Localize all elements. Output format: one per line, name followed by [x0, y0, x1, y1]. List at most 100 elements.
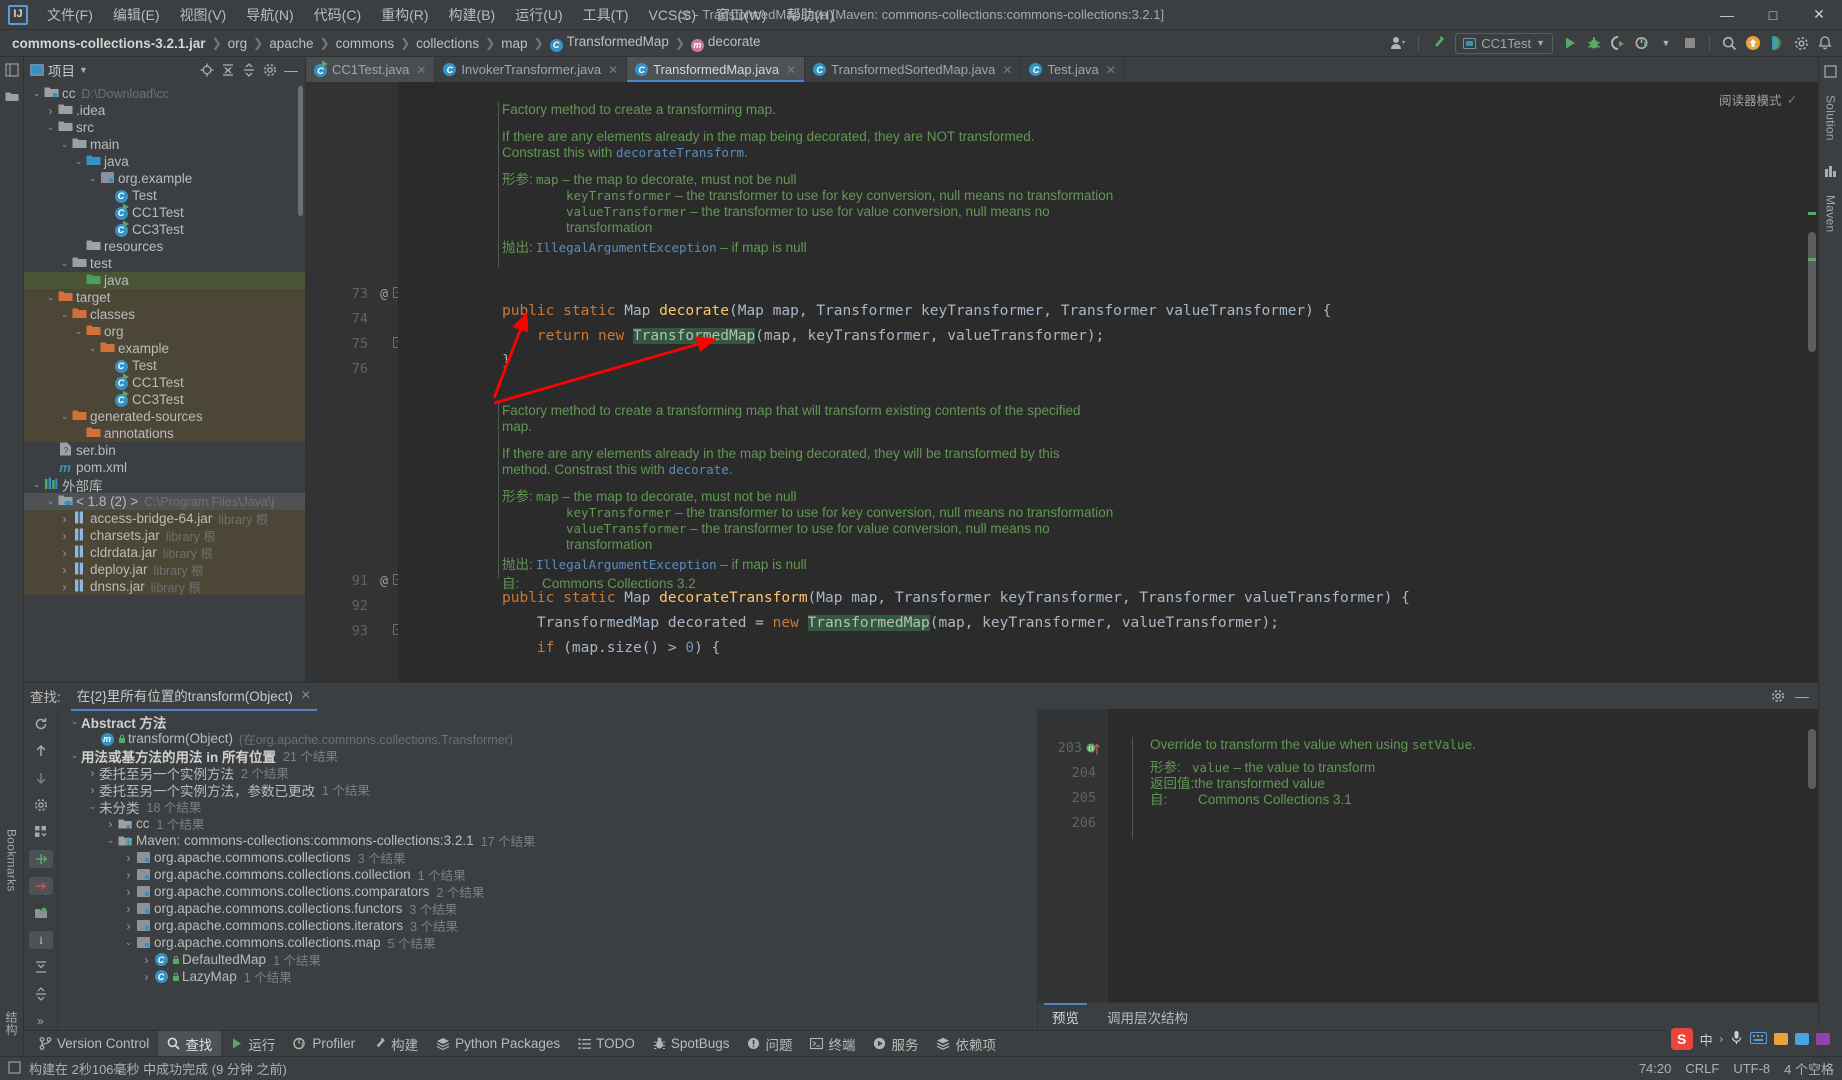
export-icon[interactable]: [29, 904, 53, 922]
hide-icon[interactable]: —: [281, 60, 301, 80]
left-strip-label-bookmarks[interactable]: Bookmarks: [5, 829, 19, 892]
menu-item-navigate[interactable]: 导航(N): [237, 1, 302, 29]
close-button[interactable]: ✕: [1796, 0, 1842, 30]
find-result-row[interactable]: › org.apache.commons.collections 3 个结果: [58, 849, 1037, 866]
tool-window-button[interactable]: TODO: [569, 1033, 644, 1054]
implementing-method-icon[interactable]: O: [1086, 742, 1102, 759]
chevron-right-icon[interactable]: ›: [44, 104, 57, 118]
code-line-73[interactable]: public static Map decorate(Map map, Tran…: [502, 299, 1331, 324]
main-toolbar[interactable]: CC1Test ▼ ▼: [1388, 32, 1842, 54]
close-icon[interactable]: ✕: [301, 688, 311, 702]
chevron-right-icon[interactable]: ›: [86, 766, 99, 780]
settings-icon[interactable]: [1790, 32, 1812, 54]
right-strip-label-maven[interactable]: Maven: [1824, 195, 1838, 233]
notifications-icon[interactable]: [1814, 32, 1836, 54]
reader-mode-indicator[interactable]: 阅读器模式 ✓: [1719, 88, 1796, 113]
chevron-down-icon[interactable]: ⌄: [122, 937, 135, 948]
mic-icon[interactable]: [1730, 1030, 1743, 1048]
chevron-down-icon[interactable]: ⌄: [58, 139, 71, 150]
chevron-down-icon[interactable]: ▼: [79, 65, 88, 75]
tool-window-button[interactable]: Profiler: [284, 1033, 364, 1054]
breadcrumb-apache[interactable]: apache: [265, 35, 317, 52]
editor-scrollbar[interactable]: [1806, 82, 1818, 682]
left-tool-strip[interactable]: Bookmarks 结构: [0, 57, 24, 1056]
project-tree-row[interactable]: ? ser.bin: [24, 442, 305, 459]
menu-item-build[interactable]: 构建(B): [440, 1, 505, 29]
left-strip-label-structure[interactable]: 结构: [3, 1011, 20, 1036]
rerun-icon[interactable]: [29, 715, 53, 733]
find-panel-actions[interactable]: —: [1768, 686, 1812, 706]
tool-window-bar[interactable]: Version Control 查找 运行 Profiler 构建 Python Pack…: [24, 1030, 1818, 1057]
sort-icon[interactable]: [29, 958, 53, 976]
maven-icon[interactable]: [1824, 165, 1837, 181]
find-action-strip[interactable]: i »: [24, 709, 58, 1030]
find-result-row[interactable]: › C LazyMap 1 个结果: [58, 968, 1037, 985]
breadcrumb-class[interactable]: C TransformedMap: [546, 33, 673, 53]
chevron-down-icon[interactable]: ⌄: [86, 801, 99, 812]
find-result-row[interactable]: ⌄ 用法或基方法的用法 in 所有位置 21 个结果: [58, 747, 1037, 765]
previous-occurrence-icon[interactable]: [29, 742, 53, 760]
override-marker-icon[interactable]: @: [380, 282, 388, 307]
toolbox-icon[interactable]: [1774, 1033, 1788, 1045]
project-tree-row[interactable]: ⌄ cc D:\Download\cc: [24, 85, 305, 102]
menu-item-view[interactable]: 视图(V): [171, 1, 236, 29]
tool-window-button[interactable]: 服务: [864, 1031, 927, 1057]
status-caret-position[interactable]: 74:20: [1639, 1061, 1672, 1076]
project-panel-actions[interactable]: —: [197, 60, 301, 80]
chevron-right-icon[interactable]: ›: [58, 512, 71, 526]
preview-tab[interactable]: 预览: [1038, 1003, 1093, 1030]
chevron-down-icon[interactable]: ⌄: [72, 156, 85, 167]
project-tree[interactable]: ⌄ cc D:\Download\cc › .idea ⌄ src ⌄ main ⌄ java ⌄ or…: [24, 83, 305, 682]
project-tree-row[interactable]: › access-bridge-64.jar library 根: [24, 510, 305, 527]
tool-window-button[interactable]: 查找: [158, 1030, 222, 1057]
find-result-row[interactable]: › org.apache.commons.collections.collecti…: [58, 866, 1037, 883]
chevron-right-icon[interactable]: ›: [58, 563, 71, 577]
find-result-row[interactable]: ⌄ org.apache.commons.collections.map 5 个结果: [58, 934, 1037, 951]
chevron-right-icon[interactable]: ›: [86, 783, 99, 797]
chevron-down-icon[interactable]: ⌄: [104, 835, 117, 846]
more-icon[interactable]: »: [29, 1012, 53, 1030]
tool-window-button[interactable]: Version Control: [30, 1033, 158, 1054]
editor-tab[interactable]: C InvokerTransformer.java ✕: [435, 57, 628, 82]
editor-tab[interactable]: C TransformedSortedMap.java ✕: [805, 57, 1022, 82]
project-tree-row[interactable]: ⌄ 外部库: [24, 476, 305, 494]
project-tree-row[interactable]: m pom.xml: [24, 459, 305, 476]
project-tree-row[interactable]: ⌄ main: [24, 136, 305, 153]
stop-icon[interactable]: [1679, 32, 1701, 54]
editor-code[interactable]: Factory method to create a transforming …: [398, 82, 1818, 682]
close-icon[interactable]: ✕: [608, 63, 618, 77]
tool-window-button[interactable]: SpotBugs: [644, 1033, 739, 1054]
gear-icon[interactable]: [260, 60, 280, 80]
status-line-separator[interactable]: CRLF: [1685, 1061, 1719, 1076]
menu-item-refactor[interactable]: 重构(R): [372, 1, 437, 29]
chevron-down-icon[interactable]: ⌄: [58, 309, 71, 320]
project-tree-row[interactable]: C CC3Test: [24, 220, 305, 238]
tool-window-button[interactable]: 构建: [364, 1031, 427, 1057]
expand-all-icon[interactable]: [218, 60, 238, 80]
project-tree-row[interactable]: › dnsns.jar library 根: [24, 578, 305, 595]
code-line-91[interactable]: public static Map decorateTransform(Map …: [502, 586, 1410, 611]
find-result-row[interactable]: ⌄ Abstract 方法: [58, 713, 1037, 731]
breadcrumb-method[interactable]: m decorate: [687, 33, 765, 53]
chevron-down-icon[interactable]: ⌄: [30, 479, 43, 490]
menu-item-file[interactable]: 文件(F): [38, 1, 102, 29]
expand-all-icon[interactable]: [28, 850, 53, 868]
chevron-right-icon[interactable]: ›: [122, 902, 135, 916]
project-tree-row[interactable]: C Test: [24, 357, 305, 374]
breadcrumb-map[interactable]: map: [497, 35, 531, 52]
project-tree-row[interactable]: › cldrdata.jar library 根: [24, 544, 305, 561]
chevron-right-icon[interactable]: ›: [140, 953, 153, 967]
debug-icon[interactable]: [1583, 32, 1605, 54]
status-indent[interactable]: 4 个空格: [1784, 1059, 1834, 1078]
chevron-down-icon[interactable]: ⌄: [68, 716, 81, 727]
ai-assistant-icon[interactable]: [1766, 32, 1788, 54]
run-configuration-selector[interactable]: CC1Test ▼: [1455, 32, 1553, 54]
breadcrumb-collections[interactable]: collections: [412, 35, 483, 52]
chevron-right-icon[interactable]: ›: [122, 885, 135, 899]
project-tree-row[interactable]: annotations: [24, 425, 305, 442]
ime-tray[interactable]: S 中 ›: [1666, 1026, 1834, 1052]
window-controls[interactable]: — □ ✕: [1704, 0, 1842, 30]
updates-icon[interactable]: [1742, 32, 1764, 54]
notifications-icon[interactable]: [1824, 65, 1837, 81]
folder-icon[interactable]: [5, 90, 19, 105]
